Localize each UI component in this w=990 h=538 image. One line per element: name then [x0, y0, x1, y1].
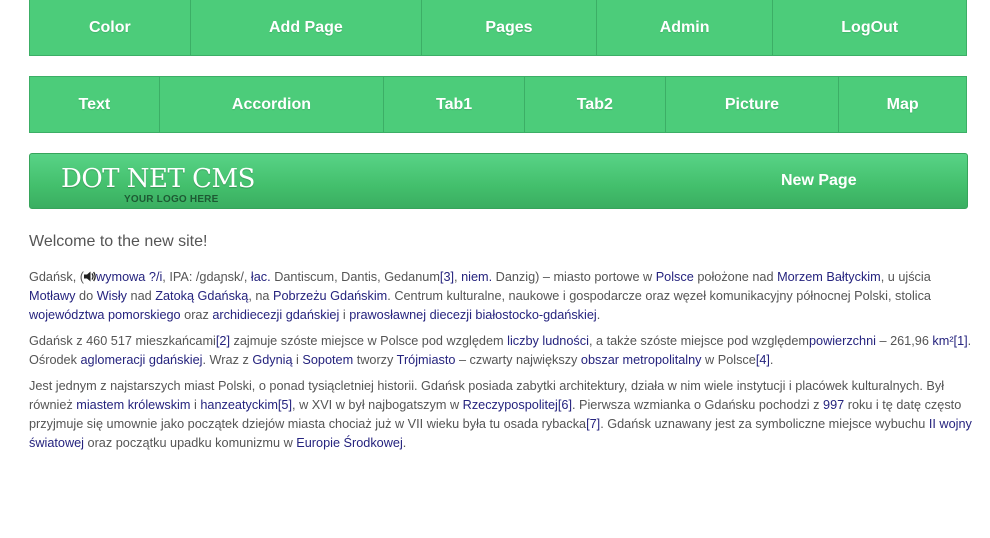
- link-rzeczypospolitej[interactable]: Rzeczypospolitej: [463, 398, 558, 412]
- text: , w XVI w był najbogatszym w: [292, 398, 463, 412]
- logo-title: DOT NET CMS: [61, 164, 255, 194]
- link-pronunciation-help[interactable]: ?/i: [149, 270, 162, 284]
- paragraph-3: Jest jednym z najstarszych miast Polski,…: [29, 377, 974, 453]
- link-zatoka-gdanska[interactable]: Zatoką Gdańską: [155, 289, 248, 303]
- text: Gdańsk, (: [29, 270, 84, 284]
- speaker-icon[interactable]: [84, 271, 96, 282]
- text: . Centrum kulturalne, naukowe i gospodar…: [387, 289, 931, 303]
- link-ref-7[interactable]: [7]: [586, 417, 600, 431]
- link-obszar-metropolitalny[interactable]: obszar metropolitalny: [581, 353, 702, 367]
- link-motlawy[interactable]: Motławy: [29, 289, 76, 303]
- text: i: [190, 398, 201, 412]
- nav-tab1[interactable]: Tab1: [384, 77, 525, 132]
- link-sopotem[interactable]: Sopotem: [302, 353, 353, 367]
- link-niem[interactable]: niem.: [461, 270, 492, 284]
- link-ref-3[interactable]: [3]: [440, 270, 454, 284]
- link-prawoslawnej-diecezji[interactable]: prawosławnej diecezji białostocko-gdańsk…: [349, 308, 597, 322]
- text: nad: [127, 289, 156, 303]
- text: .: [596, 308, 601, 322]
- link-hanzeatyckim[interactable]: hanzeatyckim: [200, 398, 278, 412]
- link-wisly[interactable]: Wisły: [97, 289, 127, 303]
- text: . Wraz z: [202, 353, 253, 367]
- nav-add-page[interactable]: Add Page: [191, 0, 423, 55]
- text: .: [769, 353, 774, 367]
- welcome-heading: Welcome to the new site!: [29, 233, 208, 250]
- text: Dantiscum, Dantis, Gedanum: [270, 270, 440, 284]
- text: oraz początku upadku komunizmu w: [84, 436, 297, 450]
- main-navbar: Color Add Page Pages Admin LogOut: [29, 0, 967, 56]
- nav-logout[interactable]: LogOut: [773, 0, 966, 55]
- article-content: Gdańsk, ( wymowa ?/i, IPA: /gdaɲsk/, łac.…: [29, 268, 974, 460]
- text: , IPA: /gdaɲsk/,: [162, 270, 251, 284]
- text: zajmuje szóste miejsce w Polsce pod wzgl…: [230, 334, 508, 348]
- text: Danzig) – miasto portowe w: [492, 270, 656, 284]
- text: , a także szóste miejsce pod względem: [588, 334, 809, 348]
- text: w Polsce: [701, 353, 756, 367]
- link-pobrzezu-gdanskim[interactable]: Pobrzeżu Gdańskim: [273, 289, 387, 303]
- text: i: [292, 353, 303, 367]
- link-ref-4[interactable]: [4]: [756, 353, 770, 367]
- text: Gdańsk z 460 517 mieszkańcami: [29, 334, 216, 348]
- nav-admin[interactable]: Admin: [597, 0, 774, 55]
- link-morzem-baltyckim[interactable]: Morzem Bałtyckim: [777, 270, 881, 284]
- text: tworzy: [353, 353, 397, 367]
- link-powierzchni[interactable]: powierzchni: [809, 334, 876, 348]
- link-997[interactable]: 997: [823, 398, 844, 412]
- component-navbar: Text Accordion Tab1 Tab2 Picture Map: [29, 76, 967, 133]
- link-ref-1[interactable]: [1]: [954, 334, 968, 348]
- link-archidiecezji-gdanskiej[interactable]: archidiecezji gdańskiej: [212, 308, 339, 322]
- link-europie-srodkowej[interactable]: Europie Środkowej: [296, 436, 403, 450]
- site-header: DOT NET CMS YOUR LOGO HERE New Page: [29, 153, 968, 209]
- text: . Pierwsza wzmianka o Gdańsku pochodzi z: [571, 398, 824, 412]
- nav-color[interactable]: Color: [30, 0, 191, 55]
- text: , u ujścia: [880, 270, 931, 284]
- link-miastem-krolewskim[interactable]: miastem królewskim: [76, 398, 190, 412]
- nav-picture[interactable]: Picture: [666, 77, 840, 132]
- link-km2[interactable]: km²: [932, 334, 953, 348]
- text: – czwarty największy: [455, 353, 581, 367]
- text: , na: [248, 289, 274, 303]
- paragraph-2: Gdańsk z 460 517 mieszkańcami[2] zajmuje…: [29, 332, 974, 370]
- link-ref-6[interactable]: [6]: [558, 398, 572, 412]
- text: . Gdańsk uznawany jest za symboliczne mi…: [600, 417, 929, 431]
- nav-accordion[interactable]: Accordion: [160, 77, 385, 132]
- text: do: [75, 289, 97, 303]
- link-liczby-ludnosci[interactable]: liczby ludności: [507, 334, 589, 348]
- nav-map[interactable]: Map: [839, 77, 966, 132]
- nav-pages[interactable]: Pages: [422, 0, 597, 55]
- link-lac[interactable]: łac.: [251, 270, 271, 284]
- logo-subtitle: YOUR LOGO HERE: [124, 194, 219, 205]
- link-ref-2[interactable]: [2]: [216, 334, 230, 348]
- text: – 261,96: [875, 334, 933, 348]
- paragraph-1: Gdańsk, ( wymowa ?/i, IPA: /gdaɲsk/, łac.…: [29, 268, 974, 325]
- link-trojmiasto[interactable]: Trójmiasto: [397, 353, 456, 367]
- site-logo[interactable]: DOT NET CMS YOUR LOGO HERE: [61, 164, 255, 205]
- link-gdynia[interactable]: Gdynią: [252, 353, 292, 367]
- link-polsce[interactable]: Polsce: [656, 270, 694, 284]
- link-wojewodztwa-pomorskiego[interactable]: województwa pomorskiego: [29, 308, 181, 322]
- text: i: [339, 308, 350, 322]
- text: .: [402, 436, 407, 450]
- text: położone nad: [693, 270, 778, 284]
- text: oraz: [180, 308, 213, 322]
- link-aglomeracji-gdanskiej[interactable]: aglomeracji gdańskiej: [80, 353, 202, 367]
- new-page-link[interactable]: New Page: [781, 172, 857, 190]
- nav-tab2[interactable]: Tab2: [525, 77, 666, 132]
- link-wymowa[interactable]: wymowa: [96, 270, 145, 284]
- link-ref-5[interactable]: [5]: [278, 398, 292, 412]
- nav-text[interactable]: Text: [30, 77, 160, 132]
